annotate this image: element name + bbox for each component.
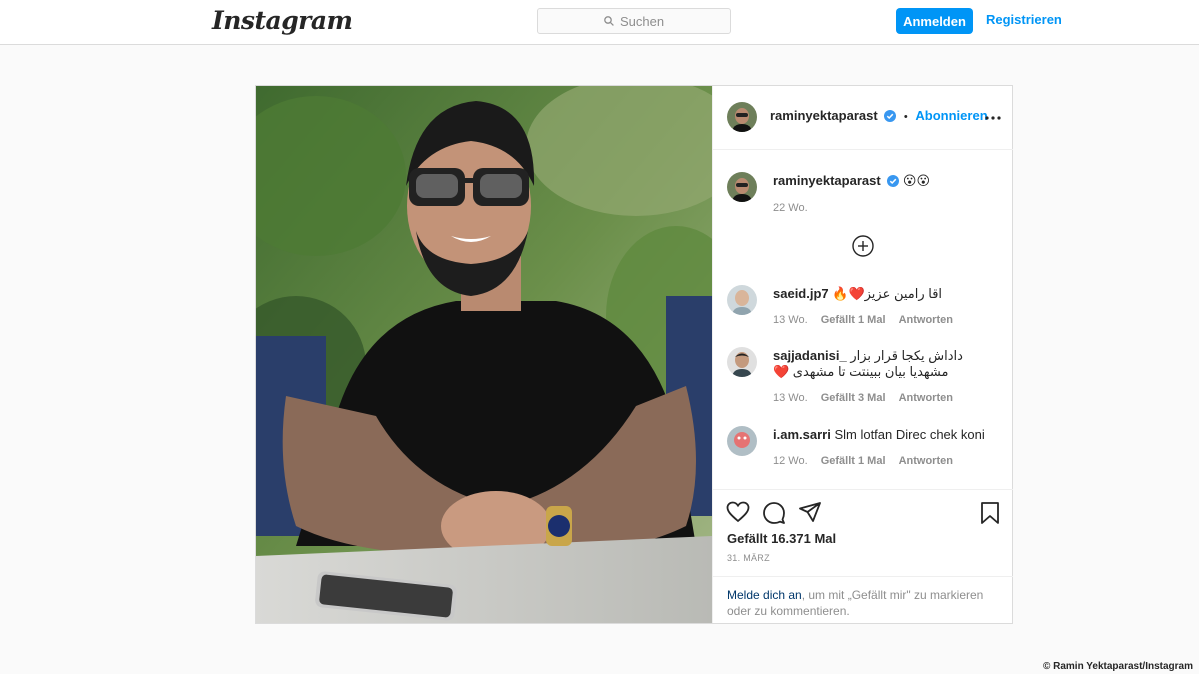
comment-bubble-icon[interactable] [762, 501, 786, 525]
post-photo-image [256, 86, 712, 623]
comment-text: اقا رامین عزیز❤️🔥 [832, 286, 943, 301]
like-heart-icon[interactable] [726, 501, 750, 523]
comment-age: 13 Wo. [773, 392, 808, 404]
instagram-logo[interactable]: Instagram [212, 6, 353, 35]
reply-button[interactable]: Antworten [899, 314, 953, 326]
comment-item: i.am.sarri Slm lotfan Direc chek koni 12… [727, 426, 999, 471]
caption-age: 22 Wo. [773, 202, 808, 214]
save-bookmark-icon[interactable] [979, 501, 1001, 525]
commenter-avatar[interactable] [727, 285, 757, 315]
comment-item: saeid.jp7 اقا رامین عزیز❤️🔥 13 Wo. Gefäl… [727, 285, 999, 330]
caption-avatar-image [727, 172, 757, 202]
register-link[interactable]: Registrieren [986, 12, 1062, 27]
comment-likes[interactable]: Gefällt 1 Mal [821, 314, 886, 326]
reply-button[interactable]: Antworten [899, 455, 953, 467]
load-more-comments-icon[interactable] [852, 235, 874, 257]
share-send-icon[interactable] [798, 501, 822, 523]
post-card: raminyektaparast • Abonnieren raminyekta… [255, 85, 1013, 624]
separator-dot: • [903, 111, 908, 123]
top-navigation: Instagram Suchen Anmelden Registrieren [0, 0, 1199, 45]
author-avatar[interactable] [727, 102, 757, 132]
caption-author-avatar[interactable] [727, 172, 757, 202]
image-credit: © Ramin Yektaparast/Instagram [1042, 661, 1193, 672]
author-username[interactable]: raminyektaparast [770, 108, 878, 123]
comment-item: sajjadanisi_ داداش یکجا قرار بزار مشهدیا… [727, 347, 999, 407]
caption: raminyektaparast 😮😮 22 Wo. [727, 172, 999, 222]
login-button[interactable]: Anmelden [896, 8, 973, 34]
commenter-avatar-image [727, 426, 757, 456]
post-header: raminyektaparast • Abonnieren [713, 86, 1013, 150]
follow-button[interactable]: Abonnieren [915, 108, 987, 123]
verified-badge-icon [887, 175, 900, 187]
search-icon [604, 16, 614, 26]
post-sidebar: raminyektaparast • Abonnieren raminyekta… [712, 86, 1013, 623]
post-date: 31. MÄRZ [727, 553, 770, 563]
more-options-icon[interactable] [985, 116, 1001, 120]
comment-text: Slm lotfan Direc chek koni [834, 427, 985, 442]
post-actions: Gefällt 16.371 Mal 31. MÄRZ Melde dich a… [713, 489, 1013, 623]
login-prompt: Melde dich an, um mit „Gefällt mir" zu m… [713, 576, 1013, 624]
caption-username[interactable]: raminyektaparast [773, 173, 881, 188]
comment-username[interactable]: i.am.sarri [773, 427, 831, 442]
author-avatar-image [727, 102, 757, 132]
comment-username[interactable]: saeid.jp7 [773, 286, 829, 301]
likes-count[interactable]: Gefällt 16.371 Mal [727, 531, 836, 546]
search-placeholder: Suchen [619, 13, 665, 29]
reply-button[interactable]: Antworten [899, 392, 953, 404]
commenter-avatar[interactable] [727, 426, 757, 456]
comment-likes[interactable]: Gefällt 3 Mal [821, 392, 886, 404]
verified-badge-icon [884, 110, 897, 122]
login-link[interactable]: Melde dich an [727, 588, 802, 602]
comment-age: 12 Wo. [773, 455, 808, 467]
comment-age: 13 Wo. [773, 314, 808, 326]
post-photo[interactable] [256, 86, 712, 623]
comment-username[interactable]: sajjadanisi_ [773, 348, 847, 363]
comment-likes[interactable]: Gefällt 1 Mal [821, 455, 886, 467]
caption-text: 😮😮 [902, 173, 931, 188]
commenter-avatar-image [727, 285, 757, 315]
commenter-avatar[interactable] [727, 347, 757, 377]
search-input[interactable]: Suchen [537, 8, 731, 34]
commenter-avatar-image [727, 347, 757, 377]
